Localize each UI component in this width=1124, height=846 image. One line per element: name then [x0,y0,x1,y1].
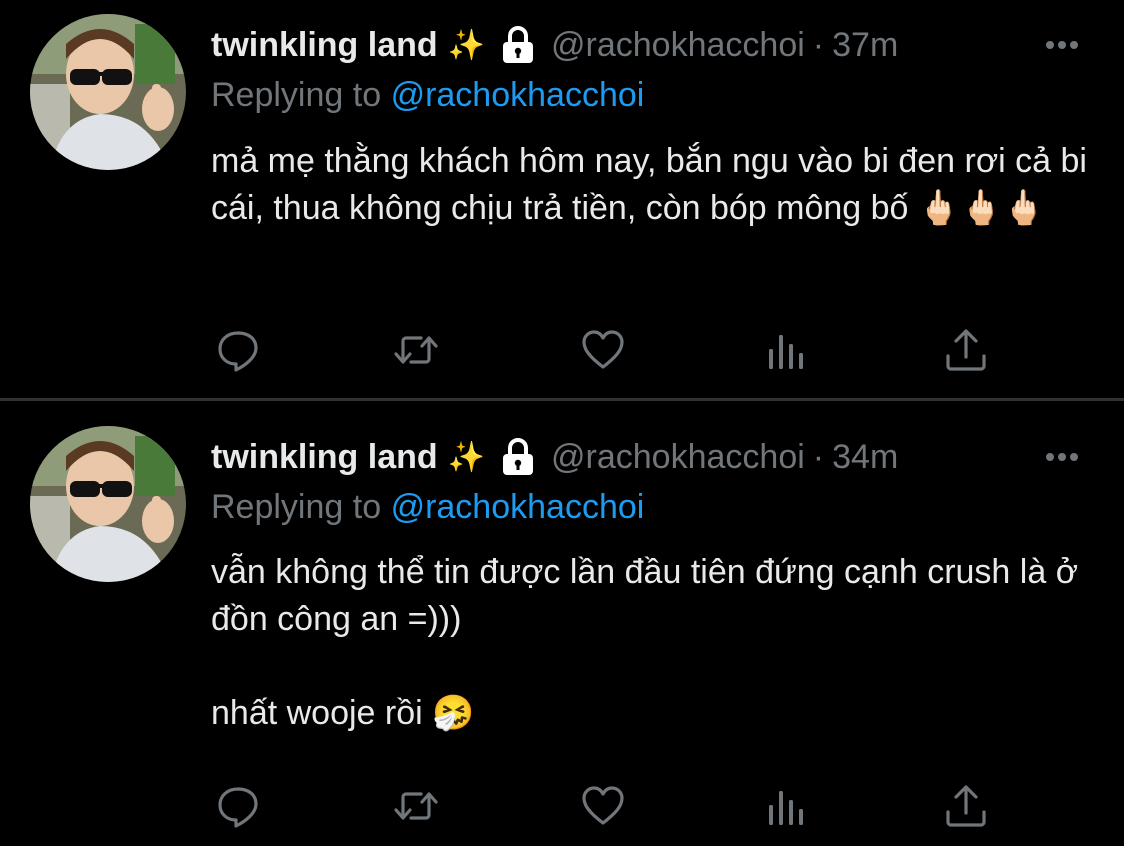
like-button[interactable] [578,325,628,375]
avatar-image [30,426,186,582]
more-icon[interactable] [1042,30,1082,60]
timestamp[interactable]: 34m [832,438,898,477]
replying-prefix: Replying to [211,488,382,526]
display-name[interactable]: twinkling land [211,438,438,477]
reply-button[interactable] [213,325,263,375]
action-bar [211,781,1001,831]
lock-icon [499,437,537,477]
sparkle-emoji: ✨ [447,28,486,62]
replying-to: Replying to @rachokhacchoi [211,488,644,534]
avatar[interactable] [30,426,186,582]
reply-mention-link[interactable]: @rachokhacchoi [391,76,645,114]
lock-icon [499,25,537,65]
replying-prefix: Replying to [211,76,382,114]
separator-dot: · [812,25,825,64]
reply-mention-link[interactable]: @rachokhacchoi [391,488,645,526]
sparkle-emoji: ✨ [447,440,486,474]
display-name[interactable]: twinkling land [211,26,438,65]
replying-to: Replying to @rachokhacchoi [211,76,644,122]
tweet-header: twinkling land ✨ @rachokhacchoi · 34m [211,432,1094,482]
heart-icon [582,786,624,825]
views-button[interactable] [761,781,811,831]
tweet-text: mả mẹ thằng khách hôm nay, bắn ngu vào b… [211,138,1091,232]
retweet-icon [394,336,438,364]
reply-button[interactable] [213,781,263,831]
retweet-button[interactable] [391,325,441,375]
views-button[interactable] [761,325,811,375]
reply-icon [218,331,258,372]
retweet-icon [394,792,438,820]
share-button[interactable] [941,781,991,831]
tweet[interactable]: twinkling land ✨ @rachokhacchoi · 37m Re… [0,0,1124,398]
tweet-text: vẫn không thể tin được lần đầu tiên đứng… [211,549,1091,737]
separator-dot: · [812,437,825,476]
tweet-text-line: nhất wooje rồi 🤧 [211,694,475,732]
avatar-image [30,14,186,170]
views-icon [769,335,803,369]
retweet-button[interactable] [391,781,441,831]
share-button[interactable] [941,325,991,375]
tweet[interactable]: twinkling land ✨ @rachokhacchoi · 34m Re… [0,401,1124,846]
views-icon [769,791,803,825]
handle[interactable]: @rachokhacchoi [551,438,805,477]
heart-icon [582,330,624,369]
tweet-header: twinkling land ✨ @rachokhacchoi · 37m [211,20,1094,70]
handle[interactable]: @rachokhacchoi [551,26,805,65]
reply-icon [218,787,258,828]
action-bar [211,325,1001,375]
like-button[interactable] [578,781,628,831]
more-icon[interactable] [1042,442,1082,472]
share-icon [946,329,986,371]
timestamp[interactable]: 37m [832,26,898,65]
tweet-text-line: mả mẹ thằng khách hôm nay, bắn ngu vào b… [211,142,1087,227]
avatar[interactable] [30,14,186,170]
share-icon [946,785,986,827]
tweet-text-line: vẫn không thể tin được lần đầu tiên đứng… [211,553,1078,638]
